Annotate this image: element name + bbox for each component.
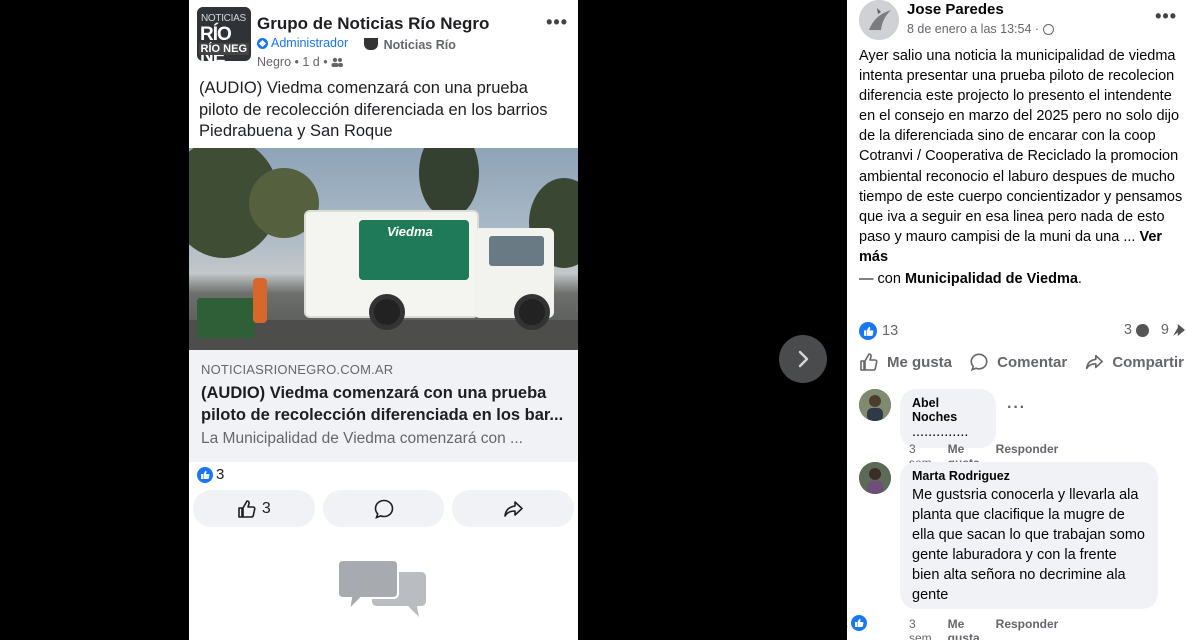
waste-bin — [197, 298, 255, 338]
post-panel: Jose Paredes 8 de enero a las 13:54 · ••… — [847, 0, 1187, 640]
shared-like-button: 3 — [193, 490, 315, 527]
admin-badge: Administrador — [257, 35, 348, 52]
comment-bubble: Abel Noches .............. — [900, 389, 996, 448]
trophy-icon — [363, 38, 378, 50]
avatar-text-3: RÍO NEG — [198, 43, 249, 55]
thumbs-up-icon — [860, 353, 878, 371]
share-label: Compartir — [1112, 353, 1184, 371]
tagged-entity-link[interactable]: Municipalidad de Viedma — [905, 271, 1078, 287]
shared-like-count: 3 — [261, 499, 271, 517]
commenter-avatar[interactable] — [859, 389, 891, 421]
post-meta-line: Negro • 1 d • — [257, 55, 328, 69]
post-body: Ayer salio una noticia la municipalidad … — [859, 46, 1184, 267]
thumbs-up-icon — [238, 499, 256, 518]
comment-like-button[interactable]: Me gusta — [948, 617, 980, 640]
shared-share-button — [452, 490, 575, 527]
commenter-avatar[interactable] — [859, 462, 891, 494]
link-description: La Municipalidad de Viedma comenzará con… — [201, 430, 523, 447]
share-icon — [1086, 354, 1104, 370]
avatar-text-1: NOTICIAS — [201, 13, 246, 24]
tagged-prefix: — con — [859, 271, 901, 287]
author-name[interactable]: Jose Paredes — [907, 1, 1004, 18]
truck-wheel — [369, 294, 405, 330]
worker-figure — [253, 278, 267, 323]
like-label: Me gusta — [887, 353, 953, 371]
author-avatar[interactable] — [859, 0, 899, 40]
share-count-icon — [1173, 324, 1185, 336]
comment-count: 3 — [1123, 322, 1132, 338]
shared-post-more-icon: ••• — [546, 12, 568, 32]
comment-button[interactable]: Comentar — [969, 352, 1067, 372]
comment-icon — [970, 353, 988, 372]
comment-like-count[interactable]: 2 — [847, 615, 867, 631]
tagged-line: — con Municipalidad de Viedma. — [859, 271, 1082, 287]
post-options-icon[interactable]: ••• — [1155, 6, 1177, 27]
group-name: Grupo de Noticias Río Negro — [257, 14, 490, 33]
post-timestamp-text: 8 de enero a las 13:54 · — [907, 22, 1040, 36]
tree-shape — [419, 148, 479, 218]
comment-text: .............. — [912, 424, 969, 440]
comment-reply-button[interactable]: Responder — [996, 617, 1059, 640]
admin-badge-label: Administrador — [271, 36, 349, 50]
post-counts[interactable]: 3 9 — [1124, 322, 1185, 338]
no-comments-icon — [337, 558, 429, 625]
next-photo-button[interactable] — [779, 335, 827, 383]
source-label: Noticias Río — [383, 38, 456, 52]
like-reaction-icon — [851, 615, 867, 631]
tagged-suffix: . — [1077, 271, 1082, 287]
shared-post-header: NOTICIAS RÍO NE RÍO NEG Grupo de Noticia… — [189, 0, 578, 72]
comment-label: Comentar — [997, 353, 1068, 371]
shared-reaction-count: 3 — [216, 466, 225, 483]
shared-comment-button — [322, 490, 445, 527]
comment-count-icon — [1135, 323, 1149, 337]
post-reactions[interactable]: 13 — [859, 322, 898, 340]
group-avatar: NOTICIAS RÍO NE RÍO NEG — [197, 7, 251, 61]
like-reaction-icon — [859, 322, 877, 340]
like-button[interactable]: Me gusta — [859, 352, 952, 372]
share-button[interactable]: Compartir — [1084, 352, 1184, 372]
comment-text: Me gustsria conocerla y llevarla ala pla… — [912, 487, 1145, 603]
commenter-name[interactable]: Marta Rodriguez — [912, 469, 1146, 483]
comment-meta: 3 sem Me gusta Responder — [909, 617, 1058, 640]
shared-post-actions: 3 — [193, 490, 575, 527]
comment-bubble: Marta Rodriguez Me gustsria conocerla y … — [900, 462, 1158, 609]
commenter-name[interactable]: Abel Noches — [912, 396, 984, 424]
chevron-right-icon — [798, 350, 809, 368]
truck-window — [489, 236, 544, 266]
garbage-truck-photo: Viedma — [189, 148, 578, 350]
post-timestamp[interactable]: 8 de enero a las 13:54 · — [907, 22, 1055, 36]
shared-post-reactions: 3 — [197, 466, 224, 483]
link-title-line-1: (AUDIO) Viedma comenzará con una prueba — [201, 384, 547, 402]
post-body-text: Ayer salio una noticia la municipalidad … — [859, 48, 1183, 245]
shared-post-image[interactable]: NOTICIAS RÍO NE RÍO NEG Grupo de Noticia… — [189, 0, 578, 640]
globe-icon — [1043, 23, 1055, 35]
like-reaction-icon — [197, 466, 213, 483]
photo-viewer: NOTICIAS RÍO NE RÍO NEG Grupo de Noticia… — [0, 0, 1187, 640]
truck-brand-text: Viedma — [387, 224, 433, 239]
post-actions: Me gusta Comentar Compartir — [859, 352, 1184, 372]
reaction-count: 13 — [882, 323, 899, 339]
group-members-icon — [331, 57, 344, 67]
comment-icon — [374, 499, 393, 519]
share-count: 9 — [1160, 322, 1169, 338]
shared-post-text: (AUDIO) Viedma comenzará con una prueba … — [199, 79, 548, 140]
comment-likes-number: 2 — [847, 616, 848, 630]
link-title-line-2: piloto de recolección diferenciada en lo… — [201, 406, 564, 424]
shared-post-meta: Administrador Noticias Río Negro • 1 d • — [257, 35, 487, 71]
comment-time[interactable]: 3 sem — [909, 617, 932, 640]
share-icon — [504, 500, 523, 517]
link-domain: NOTICIASRIONEGRO.COM.AR — [201, 362, 394, 377]
admin-shield-icon — [257, 38, 268, 49]
comment-options-icon[interactable]: ··· — [1007, 399, 1026, 417]
link-preview[interactable]: NOTICIASRIONEGRO.COM.AR (AUDIO) Viedma c… — [189, 350, 578, 462]
truck-wheel — [514, 294, 550, 330]
